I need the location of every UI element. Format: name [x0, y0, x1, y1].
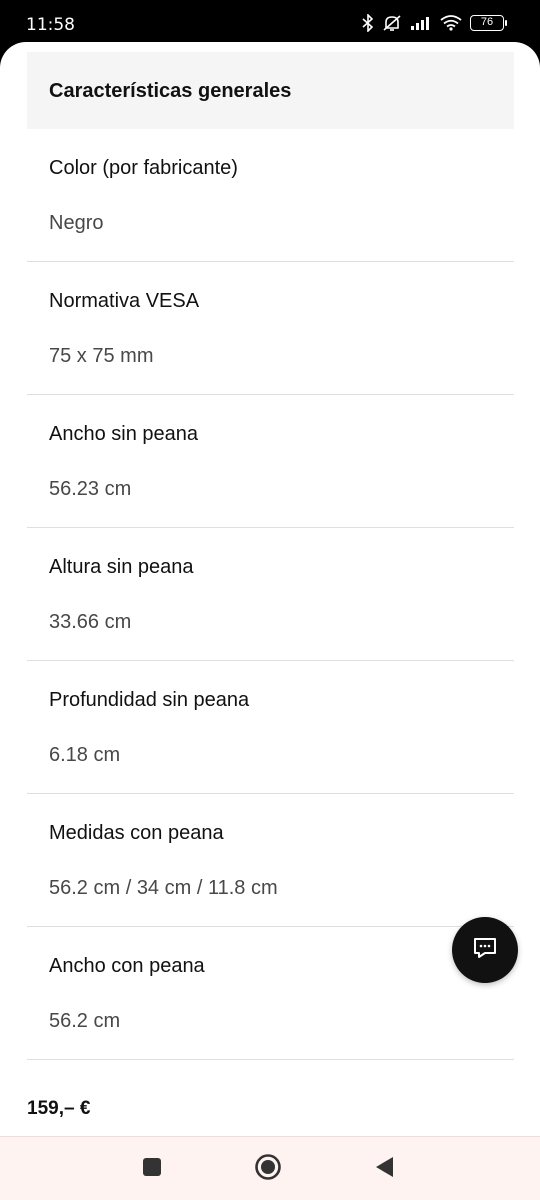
spec-row-dimensions-with-stand: Medidas con peana 56.2 cm / 34 cm / 11.8… [27, 794, 514, 927]
spec-row-vesa: Normativa VESA 75 x 75 mm [27, 262, 514, 395]
spec-value: 75 x 75 mm [49, 345, 154, 367]
chat-button[interactable] [452, 917, 518, 983]
spec-label: Color (por fabricante) [49, 157, 238, 179]
status-icons: 76 [362, 14, 507, 32]
spec-label: Normativa VESA [49, 290, 200, 312]
spec-row-color: Color (por fabricante) Negro [27, 129, 514, 262]
spec-row-width-no-stand: Ancho sin peana 56.23 cm [27, 395, 514, 528]
specs-sheet: Características generales Color (por fab… [0, 42, 540, 1136]
spec-value: 56.23 cm [49, 478, 132, 500]
wifi-icon [440, 15, 462, 31]
spec-list: Color (por fabricante) Negro Normativa V… [27, 129, 514, 1060]
spec-row-height-no-stand: Altura sin peana 33.66 cm [27, 528, 514, 661]
spec-label: Ancho con peana [49, 955, 205, 977]
spec-row-depth-no-stand: Profundidad sin peana 6.18 cm [27, 661, 514, 794]
spec-value: 56.2 cm [49, 1010, 121, 1032]
chat-icon [472, 936, 498, 965]
spec-value: 56.2 cm / 34 cm / 11.8 cm [49, 877, 278, 899]
status-time: 11:58 [26, 15, 75, 35]
back-button[interactable] [368, 1153, 400, 1185]
section-title: Características generales [49, 80, 292, 102]
spec-value: 33.66 cm [49, 611, 132, 633]
battery-icon: 76 [470, 15, 507, 31]
home-button[interactable] [252, 1153, 284, 1185]
spec-label: Altura sin peana [49, 556, 194, 578]
home-circle-icon [254, 1153, 282, 1186]
navigation-bar [0, 1136, 540, 1200]
back-triangle-icon [373, 1155, 395, 1184]
mute-icon [382, 14, 402, 32]
bluetooth-icon [362, 14, 374, 32]
spec-value: Negro [49, 212, 104, 234]
status-bar: 11:58 76 [0, 0, 540, 44]
spec-label: Medidas con peana [49, 822, 224, 844]
spec-value: 6.18 cm [49, 744, 121, 766]
signal-icon [410, 15, 432, 31]
spec-row-width-with-stand: Ancho con peana 56.2 cm [27, 927, 514, 1060]
recents-square-icon [142, 1157, 162, 1182]
spec-label: Ancho sin peana [49, 423, 199, 445]
price-bar: 159,– € [0, 1078, 540, 1136]
recents-button[interactable] [136, 1153, 168, 1185]
spec-label: Profundidad sin peana [49, 689, 250, 711]
section-header: Características generales [27, 52, 514, 129]
price: 159,– € [27, 1098, 91, 1119]
